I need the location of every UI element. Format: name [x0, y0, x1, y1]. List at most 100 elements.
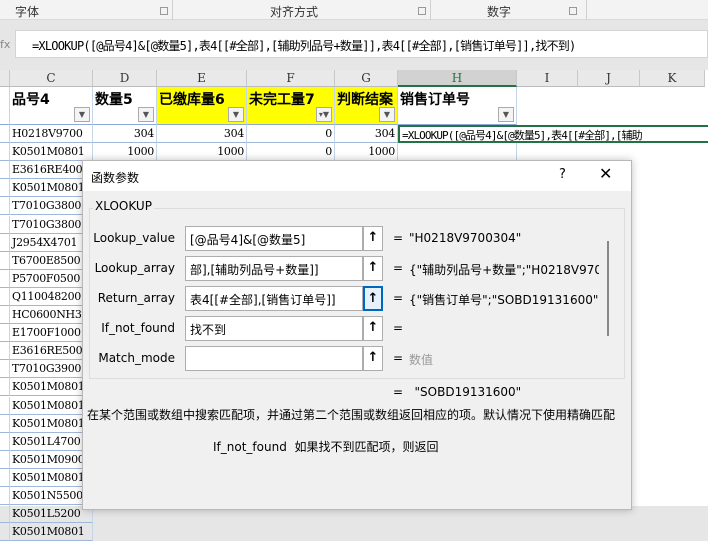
filter-dropdown-icon[interactable]: ▼ — [228, 107, 244, 122]
cell-B17[interactable] — [0, 396, 10, 415]
formula-bar-input[interactable]: =XLOOKUP([@品号4]&[@数量5],表4[[#全部],[辅助列品号+数… — [15, 30, 708, 58]
column-header-J[interactable]: J — [578, 70, 640, 87]
cell-B10[interactable] — [0, 269, 10, 288]
cell-B20[interactable] — [0, 450, 10, 469]
cell-C3[interactable]: K0501M0801 — [10, 143, 93, 162]
argument-input[interactable]: 部],[辅助列品号+数量]] — [185, 256, 363, 281]
font-dialog-launcher-icon[interactable] — [160, 7, 168, 15]
cell-C24[interactable]: K0501M0801 — [10, 523, 93, 541]
parameter-description: If_not_found 如果找不到匹配项，则返回 — [213, 438, 438, 455]
cell-B23[interactable] — [0, 505, 10, 524]
column-header-F[interactable]: F — [247, 70, 335, 87]
cell-C16[interactable]: K0501M0801 — [10, 378, 93, 397]
close-button[interactable]: ✕ — [599, 164, 612, 183]
cell-B13[interactable] — [0, 324, 10, 343]
cell-G2[interactable]: 304 — [335, 125, 398, 143]
cell-C23[interactable]: K0501L5200 — [10, 505, 93, 524]
equals-sign: = — [393, 351, 404, 365]
equals-sign: = — [393, 261, 404, 275]
cell-C15[interactable]: T7010G3900 — [10, 360, 93, 379]
column-header-K[interactable]: K — [640, 70, 705, 87]
cell-E3[interactable]: 1000 — [157, 143, 247, 162]
cell-G3[interactable]: 1000 — [335, 143, 398, 162]
cell-B14[interactable] — [0, 342, 10, 361]
cell-C17[interactable]: K0501M0801 — [10, 396, 93, 415]
cell-C12[interactable]: HC0600NH30 — [10, 306, 93, 324]
column-header-B[interactable] — [0, 70, 10, 87]
help-button[interactable]: ? — [559, 167, 566, 182]
cell-C18[interactable]: K0501M0801 — [10, 414, 93, 433]
cell-C2[interactable]: H0218V9700 — [10, 125, 93, 143]
cell-E2[interactable]: 304 — [157, 125, 247, 143]
column-header-C[interactable]: C — [10, 70, 93, 87]
cell-B6[interactable] — [0, 197, 10, 216]
cell-C10[interactable]: P5700F0500 — [10, 269, 93, 288]
column-header-H[interactable]: H — [398, 70, 517, 87]
cell-D2[interactable]: 304 — [93, 125, 157, 143]
cell-B21[interactable] — [0, 468, 10, 487]
cell-B22[interactable] — [0, 487, 10, 505]
collapse-dialog-button[interactable]: ↑ — [363, 226, 383, 251]
collapse-dialog-button[interactable]: ↑ — [363, 286, 383, 311]
cell-B11[interactable] — [0, 287, 10, 306]
collapse-dialog-button[interactable]: ↑ — [363, 316, 383, 341]
column-header-D[interactable]: D — [93, 70, 157, 87]
cell-B4[interactable] — [0, 161, 10, 180]
cell-B9[interactable] — [0, 251, 10, 270]
cell-C20[interactable]: K0501M0900 — [10, 450, 93, 469]
argument-value: {"辅助列品号+数量";"H0218V970 — [409, 263, 599, 277]
cell-B5[interactable] — [0, 179, 10, 198]
cell-C4[interactable]: E3616RE400 — [10, 161, 93, 180]
column-header-G[interactable]: G — [335, 70, 398, 87]
argument-row-lookup_value: Lookup_value [@品号4]&[@数量5] ↑ = "H0218V970030… — [83, 226, 623, 252]
cell-B8[interactable] — [0, 233, 10, 252]
argument-input[interactable]: 表4[[#全部],[销售订单号]] — [185, 286, 363, 311]
cell-B18[interactable] — [0, 414, 10, 433]
cell-F2[interactable]: 0 — [247, 125, 335, 143]
argument-input[interactable] — [185, 346, 363, 371]
cell-C13[interactable]: E1700F1000 — [10, 324, 93, 343]
cell-B19[interactable] — [0, 432, 10, 451]
cell-B7[interactable] — [0, 215, 10, 234]
filter-dropdown-icon[interactable]: ▼ — [498, 107, 514, 122]
collapse-dialog-button[interactable]: ↑ — [363, 256, 383, 281]
cell-C14[interactable]: E3616RE500 — [10, 342, 93, 361]
filter-dropdown-icon[interactable]: ▾▼ — [316, 107, 332, 122]
alignment-dialog-launcher-icon[interactable] — [418, 7, 426, 15]
argument-label: Lookup_value — [93, 231, 175, 245]
collapse-dialog-button[interactable]: ↑ — [363, 346, 383, 371]
cell-C19[interactable]: K0501L4700 — [10, 432, 93, 451]
cell-B16[interactable] — [0, 378, 10, 397]
cell-C21[interactable]: K0501M0801 — [10, 468, 93, 487]
cell-B15[interactable] — [0, 360, 10, 379]
cell-B3[interactable] — [0, 143, 10, 162]
column-header-I[interactable]: I — [517, 70, 578, 87]
cell-H3[interactable] — [398, 143, 517, 162]
cell-F3[interactable]: 0 — [247, 143, 335, 162]
fx-icon[interactable]: fx — [0, 30, 12, 58]
cell-C8[interactable]: J2954X4701 — [10, 233, 93, 252]
cell-C11[interactable]: Q110048200 — [10, 287, 93, 306]
argument-input[interactable]: [@品号4]&[@数量5] — [185, 226, 363, 251]
argument-input[interactable]: 找不到 — [185, 316, 363, 341]
cell-C7[interactable]: T7010G3800 — [10, 215, 93, 234]
cell-C5[interactable]: K0501M0801 — [10, 179, 93, 198]
cell-C9[interactable]: T6700E8500 — [10, 251, 93, 270]
arguments-scrollbar[interactable] — [607, 241, 609, 336]
cell-C22[interactable]: K0501N5500 — [10, 487, 93, 505]
filter-dropdown-icon[interactable]: ▼ — [138, 107, 154, 122]
header-quantity: 数量5 ▼ — [93, 87, 157, 125]
cell-C6[interactable]: T7010G3800 — [10, 197, 93, 216]
number-dialog-launcher-icon[interactable] — [569, 7, 577, 15]
cell-B2[interactable] — [0, 125, 10, 143]
equals-sign: = — [393, 385, 404, 399]
header-quantity-label: 数量5 — [95, 92, 133, 108]
cell-B12[interactable] — [0, 306, 10, 324]
cell-H2[interactable]: =XLOOKUP([@品号4]&[@数量5],表4[[#全部],[辅助 — [398, 125, 708, 143]
column-header-E[interactable]: E — [157, 70, 247, 87]
filter-dropdown-icon[interactable]: ▼ — [379, 107, 395, 122]
cell-D3[interactable]: 1000 — [93, 143, 157, 162]
cell-B24[interactable] — [0, 523, 10, 541]
filter-dropdown-icon[interactable]: ▼ — [74, 107, 90, 122]
header-stocked-qty: 已缴库量6 ▼ — [157, 87, 247, 125]
